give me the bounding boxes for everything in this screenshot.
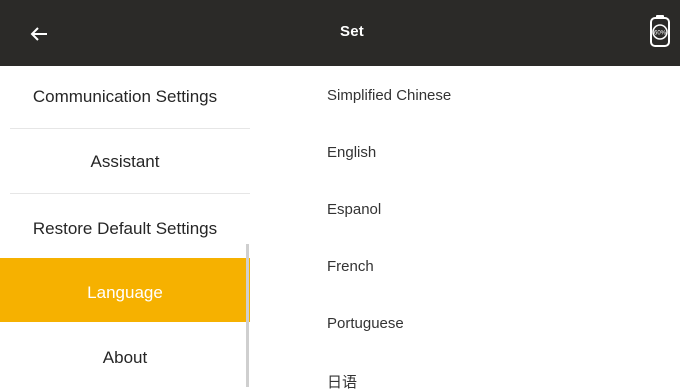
sidebar-item-language[interactable]: Language <box>0 258 250 322</box>
sidebar-item-about[interactable]: About <box>0 322 250 387</box>
top-bar: Set 60% <box>0 0 680 66</box>
sidebar-scrollbar[interactable] <box>246 244 249 387</box>
sidebar-item-assistant[interactable]: Assistant <box>0 129 250 193</box>
battery-icon: 60% <box>650 15 670 47</box>
sidebar-item-label: About <box>102 348 148 367</box>
sidebar-item-label: Language <box>87 283 163 302</box>
sidebar-item-communication-settings[interactable]: Communication Settings <box>0 66 250 128</box>
language-option-french[interactable]: French <box>327 258 374 275</box>
sidebar: Communication Settings Assistant Restore… <box>0 66 250 387</box>
sidebar-item-label: Communication Settings <box>32 87 218 106</box>
language-option-japanese[interactable]: 日语 <box>327 371 357 392</box>
sidebar-item-label: Assistant <box>90 152 160 171</box>
arrow-left-icon <box>30 27 47 41</box>
battery-percent: 60% <box>654 31 667 37</box>
page-title: Set <box>340 23 364 40</box>
sidebar-item-restore-default-settings[interactable]: Restore Default Settings <box>0 194 250 258</box>
language-option-portuguese[interactable]: Portuguese <box>327 315 404 332</box>
language-list: Simplified Chinese English Espanol Frenc… <box>250 66 680 391</box>
battery-indicator: 60% <box>648 14 672 48</box>
sidebar-item-label: Restore Default Settings <box>32 219 218 238</box>
back-button[interactable] <box>20 20 60 48</box>
language-option-espanol[interactable]: Espanol <box>327 201 381 218</box>
language-option-english[interactable]: English <box>327 144 376 161</box>
language-option-simplified-chinese[interactable]: Simplified Chinese <box>327 87 451 104</box>
